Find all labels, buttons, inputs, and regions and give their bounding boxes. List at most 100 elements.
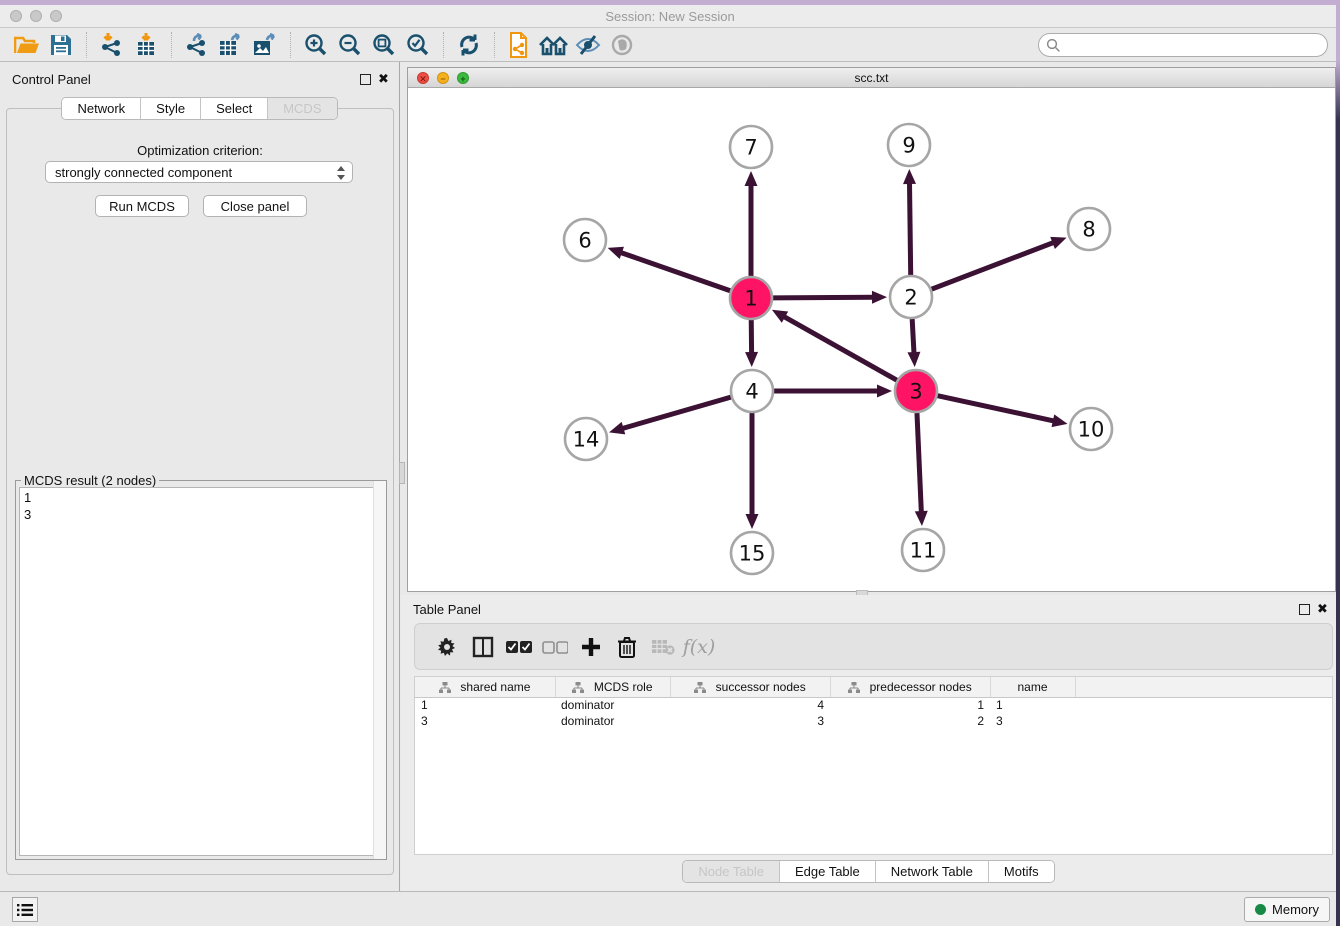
network-graph[interactable]: 1234678910111415 [408, 88, 1335, 591]
tab-style[interactable]: Style [141, 98, 201, 119]
zoom-selected-icon [406, 33, 430, 57]
table-toolbar: f(x) [414, 623, 1333, 670]
trash-icon [617, 636, 637, 658]
toggle-visibility-button[interactable] [605, 31, 639, 59]
save-session-button[interactable] [44, 31, 78, 59]
home-button[interactable] [537, 31, 571, 59]
tab-network[interactable]: Network [62, 98, 141, 119]
graph-edge-arrowhead [745, 352, 758, 367]
table-row[interactable]: 3 dominator 3 2 3 [415, 713, 1332, 729]
zoom-fit-button[interactable] [367, 31, 401, 59]
graph-node-label: 7 [744, 135, 757, 159]
column-header-mcds-role[interactable]: MCDS role [555, 677, 670, 697]
export-table-button[interactable] [214, 31, 248, 59]
open-session-button[interactable] [10, 31, 44, 59]
table-settings-button[interactable] [429, 632, 465, 662]
plus-icon [580, 636, 602, 658]
deselect-all-icon [542, 640, 568, 654]
float-panel-icon[interactable] [360, 74, 371, 85]
tab-node-table[interactable]: Node Table [683, 861, 780, 882]
export-network-icon [184, 33, 210, 57]
graph-edge-1-2[interactable] [773, 297, 874, 298]
hierarchy-icon [439, 682, 451, 693]
close-panel-icon[interactable]: ✖ [378, 71, 389, 87]
network-window-titlebar: ✕ − + scc.txt [408, 68, 1335, 88]
graph-edge-arrowhead [608, 247, 624, 259]
tab-select[interactable]: Select [201, 98, 268, 119]
copy-network-button[interactable] [503, 31, 537, 59]
main-toolbar [0, 28, 1340, 62]
delete-column-button[interactable] [609, 632, 645, 662]
criterion-dropdown[interactable]: strongly connected component [45, 161, 353, 183]
tab-motifs[interactable]: Motifs [989, 861, 1054, 882]
node-table: shared name MCDS role successor nodes pr… [414, 676, 1333, 855]
float-table-panel-icon[interactable] [1299, 604, 1310, 615]
copy-network-icon [507, 32, 533, 58]
deselect-all-rows-button[interactable] [537, 632, 573, 662]
close-table-panel-icon[interactable]: ✖ [1317, 601, 1328, 617]
graph-edge-2-9[interactable] [909, 182, 910, 275]
table-panel-title: Table Panel [413, 602, 481, 617]
home-icon [539, 34, 569, 56]
zoom-out-icon [338, 33, 362, 57]
graph-edge-3-1[interactable] [783, 316, 897, 380]
column-header-name[interactable]: name [990, 677, 1075, 697]
network-canvas[interactable]: 1234678910111415 [408, 88, 1335, 591]
graph-edge-arrowhead [915, 511, 928, 526]
zoom-in-button[interactable] [299, 31, 333, 59]
function-builder-button[interactable]: f(x) [681, 632, 717, 662]
graph-node-label: 15 [739, 541, 766, 565]
export-image-button[interactable] [248, 31, 282, 59]
hide-panels-button[interactable] [571, 31, 605, 59]
memory-button[interactable]: Memory [1244, 897, 1330, 922]
column-header-shared-name[interactable]: shared name [415, 677, 555, 697]
desktop-edge-right [1336, 0, 1340, 926]
mcds-result-text[interactable]: 1 3 [19, 487, 383, 856]
table-row[interactable]: 1 dominator 4 1 1 [415, 697, 1332, 713]
toggle-column-view-button[interactable] [465, 632, 501, 662]
zoom-selected-button[interactable] [401, 31, 435, 59]
toolbar-separator [290, 32, 291, 58]
optimization-criterion-label: Optimization criterion: [7, 143, 393, 158]
column-header-predecessor-nodes[interactable]: predecessor nodes [830, 677, 990, 697]
run-mcds-button[interactable]: Run MCDS [95, 195, 189, 217]
split-columns-icon [472, 636, 494, 658]
import-network-button[interactable] [95, 31, 129, 59]
graph-edge-arrowhead [745, 171, 758, 186]
delete-table-button[interactable] [645, 632, 681, 662]
add-column-button[interactable] [573, 632, 609, 662]
fx-icon: f(x) [683, 636, 716, 658]
graph-edge-1-6[interactable] [620, 252, 730, 291]
graph-edge-2-8[interactable] [932, 242, 1055, 289]
search-input[interactable] [1061, 36, 1327, 54]
task-history-button[interactable] [12, 897, 38, 922]
tab-edge-table[interactable]: Edge Table [780, 861, 876, 882]
hierarchy-icon [572, 682, 584, 693]
toolbar-separator [443, 32, 444, 58]
tab-mcds[interactable]: MCDS [268, 98, 336, 119]
list-icon [17, 903, 33, 917]
graph-edge-4-14[interactable] [622, 397, 731, 429]
tab-network-table[interactable]: Network Table [876, 861, 989, 882]
import-table-icon [134, 33, 158, 57]
column-header-successor-nodes[interactable]: successor nodes [670, 677, 830, 697]
network-view-window: ✕ − + scc.txt 1234678910111415 [407, 67, 1336, 592]
result-scrollbar[interactable] [373, 481, 386, 859]
export-network-button[interactable] [180, 31, 214, 59]
graph-edge-arrowhead [1052, 414, 1068, 427]
import-table-button[interactable] [129, 31, 163, 59]
close-panel-button[interactable]: Close panel [203, 195, 307, 217]
graph-edge-arrowhead [1050, 237, 1066, 249]
graph-edge-2-3[interactable] [912, 319, 914, 354]
zoom-out-button[interactable] [333, 31, 367, 59]
select-all-rows-button[interactable] [501, 632, 537, 662]
graph-edge-3-11[interactable] [917, 413, 921, 513]
vertical-splitter-handle[interactable] [399, 462, 405, 484]
table-panel: Table Panel ✖ [401, 595, 1336, 891]
graph-edge-3-10[interactable] [937, 396, 1054, 421]
control-panel-title: Control Panel [12, 72, 91, 87]
open-folder-icon [14, 34, 40, 56]
apply-layout-button[interactable] [452, 31, 486, 59]
search-field[interactable] [1038, 33, 1328, 57]
graph-edge-arrowhead [609, 422, 625, 434]
